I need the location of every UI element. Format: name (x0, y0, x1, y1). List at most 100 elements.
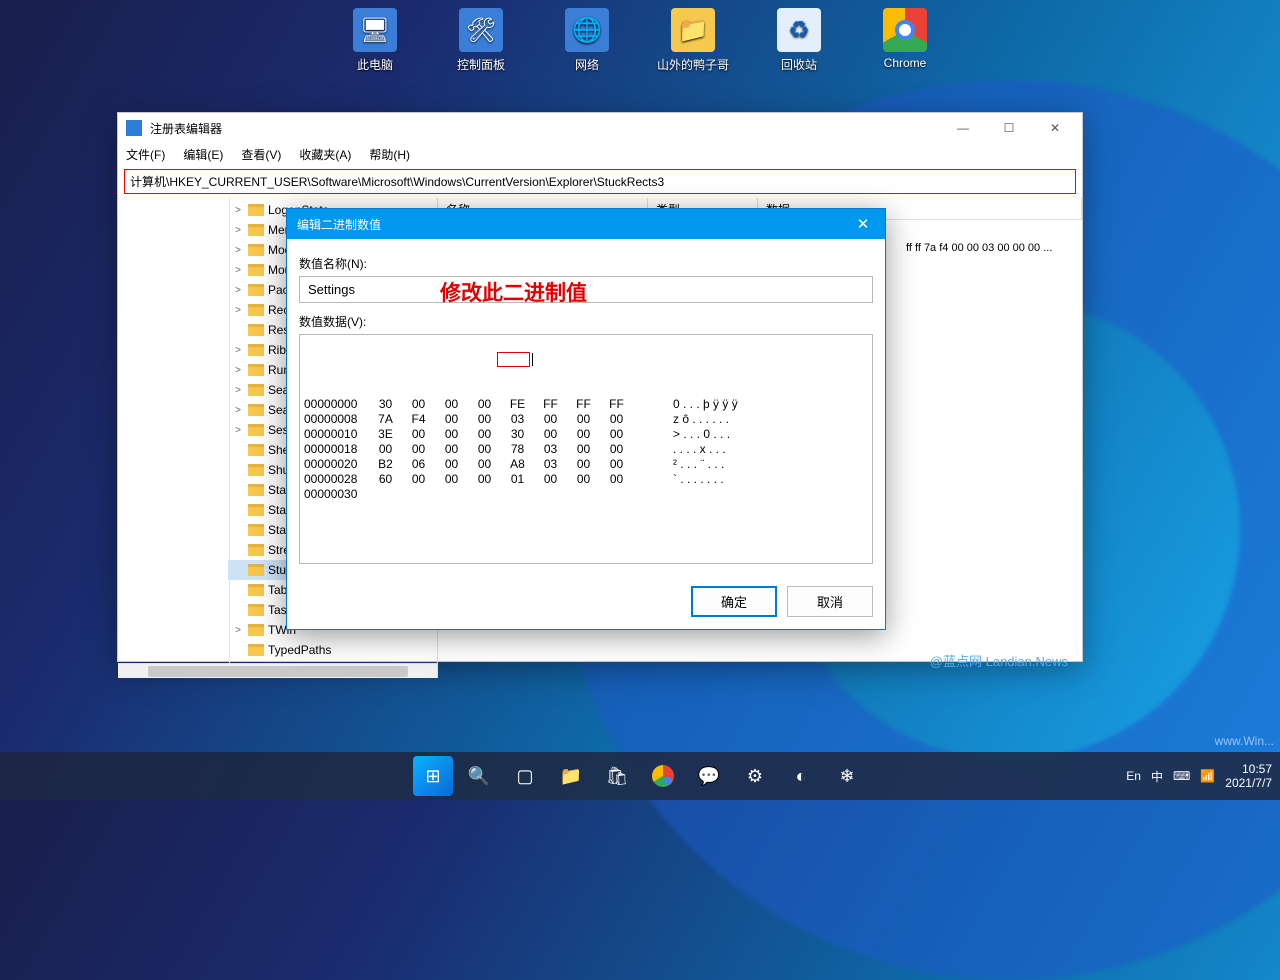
dialog-close-button[interactable]: ✕ (841, 209, 885, 239)
cancel-button[interactable]: 取消 (787, 586, 873, 617)
menu-edit[interactable]: 编辑(E) (183, 146, 223, 163)
menu-favorites[interactable]: 收藏夹(A) (299, 146, 351, 163)
tray-network-icon[interactable]: 📶 (1200, 769, 1215, 783)
network-icon: 🌐 (565, 8, 609, 52)
menu-bar: 文件(F) 编辑(E) 查看(V) 收藏夹(A) 帮助(H) (118, 143, 1082, 165)
store-button[interactable]: 🛍 (597, 756, 637, 796)
expand-icon[interactable]: > (232, 365, 244, 376)
folder-icon (248, 444, 264, 456)
ok-button[interactable]: 确定 (691, 586, 777, 617)
annotation-text: 修改此二进制值 (440, 277, 587, 307)
folder-icon (248, 584, 264, 596)
pc-icon: 🖥 (353, 8, 397, 52)
folder-icon (248, 644, 264, 656)
recycle-bin-icon: ♻ (777, 8, 821, 52)
dialog-title: 编辑二进制数值 (297, 216, 841, 233)
edit-binary-dialog: 编辑二进制数值 ✕ 数值名称(N): 数值数据(V): 000000003000… (286, 208, 886, 630)
start-button[interactable]: ⊞ (413, 756, 453, 796)
expand-icon[interactable]: > (232, 405, 244, 416)
titlebar[interactable]: 注册表编辑器 — ☐ ✕ (118, 113, 1082, 143)
folder-icon (248, 564, 264, 576)
folder-icon (248, 544, 264, 556)
hex-row[interactable]: 000000087AF4000003000000z ô . . . . . . (304, 412, 868, 427)
menu-view[interactable]: 查看(V) (241, 146, 281, 163)
corner-watermark: www.Win... (1215, 734, 1274, 748)
expand-icon[interactable]: > (232, 285, 244, 296)
folder-icon (248, 624, 264, 636)
expand-icon[interactable]: > (232, 385, 244, 396)
explorer-button[interactable]: 📁 (551, 756, 591, 796)
expand-icon[interactable]: > (232, 305, 244, 316)
folder-icon (248, 284, 264, 296)
desktop-icon-chrome[interactable]: Chrome (869, 8, 941, 73)
hex-row[interactable]: 0000000030000000FEFFFFFF0 . . . þ ÿ ÿ ÿ (304, 397, 868, 412)
chrome-icon (883, 8, 927, 52)
maximize-button[interactable]: ☐ (986, 113, 1032, 143)
desktop-icon-control-panel[interactable]: 🛠控制面板 (445, 8, 517, 73)
taskbar: ⊞ 🔍 ▢ 📁 🛍 💬 ⚙ ◐ ❄ En 中 ⌨ 📶 10:57 2021/7/… (0, 752, 1280, 800)
hex-row[interactable]: 00000020B2060000A8030000² . . . ¨ . . . (304, 457, 868, 472)
expand-icon[interactable]: > (232, 265, 244, 276)
minimize-button[interactable]: — (940, 113, 986, 143)
desktop-icon-folder[interactable]: 📁山外的鸭子哥 (657, 8, 729, 73)
menu-help[interactable]: 帮助(H) (369, 146, 410, 163)
hex-editor[interactable]: 0000000030000000FEFFFFFF0 . . . þ ÿ ÿ ÿ0… (299, 334, 873, 564)
desktop-icons: 🖥此电脑 🛠控制面板 🌐网络 📁山外的鸭子哥 ♻回收站 Chrome (0, 8, 1280, 73)
taskview-button[interactable]: ▢ (505, 756, 545, 796)
folder-icon (248, 204, 264, 216)
clock[interactable]: 10:57 2021/7/7 (1225, 762, 1272, 790)
folder-icon (248, 304, 264, 316)
expand-icon[interactable]: > (232, 205, 244, 216)
tree-node[interactable]: TypedPaths (228, 640, 437, 660)
folder-icon (248, 324, 264, 336)
expand-icon[interactable]: > (232, 625, 244, 636)
app-icon-2[interactable]: ❄ (827, 756, 867, 796)
search-button[interactable]: 🔍 (459, 756, 499, 796)
dialog-titlebar[interactable]: 编辑二进制数值 ✕ (287, 209, 885, 239)
tray-keyboard-icon[interactable]: ⌨ (1173, 769, 1190, 783)
tray-ime-en[interactable]: En (1126, 769, 1141, 783)
hex-row[interactable]: 000000180000000078030000. . . . x . . . (304, 442, 868, 457)
regedit-icon (126, 120, 142, 136)
horizontal-scrollbar[interactable] (118, 663, 437, 678)
value-name-label: 数值名称(N): (299, 255, 873, 272)
folder-icon (248, 424, 264, 436)
close-button[interactable]: ✕ (1032, 113, 1078, 143)
expand-icon[interactable]: > (232, 225, 244, 236)
folder-icon (248, 364, 264, 376)
desktop-icon-recycle-bin[interactable]: ♻回收站 (763, 8, 835, 73)
wechat-icon[interactable]: 💬 (689, 756, 729, 796)
hex-row[interactable]: 000000286000000001000000` . . . . . . . (304, 472, 868, 487)
desktop-icon-this-pc[interactable]: 🖥此电脑 (339, 8, 411, 73)
window-title: 注册表编辑器 (150, 120, 932, 137)
hex-row[interactable]: 00000030 (304, 487, 868, 502)
tree-node-label: TypedPaths (268, 643, 331, 657)
tray-ime-ch[interactable]: 中 (1151, 768, 1163, 785)
settings-icon[interactable]: ⚙ (735, 756, 775, 796)
text-caret (532, 353, 533, 366)
folder-icon (248, 604, 264, 616)
expand-icon[interactable]: > (232, 345, 244, 356)
folder-icon (248, 344, 264, 356)
app-icon-1[interactable]: ◐ (781, 756, 821, 796)
hex-row[interactable]: 000000103E00000030000000> . . . 0 . . . (304, 427, 868, 442)
folder-icon (248, 264, 264, 276)
menu-file[interactable]: 文件(F) (126, 146, 165, 163)
folder-icon (248, 484, 264, 496)
folder-icon: 📁 (671, 8, 715, 52)
control-panel-icon: 🛠 (459, 8, 503, 52)
value-data-preview[interactable]: ff ff 7a f4 00 00 03 00 00 00 ... (898, 238, 1060, 258)
folder-icon (248, 524, 264, 536)
watermark: @蓝点网 Landian.News (930, 651, 1068, 670)
folder-icon (248, 404, 264, 416)
folder-icon (248, 504, 264, 516)
expand-icon[interactable]: > (232, 245, 244, 256)
chrome-taskbar-icon[interactable] (643, 756, 683, 796)
desktop-icon-network[interactable]: 🌐网络 (551, 8, 623, 73)
folder-icon (248, 464, 264, 476)
highlight-cell (497, 352, 530, 367)
system-tray[interactable]: En 中 ⌨ 📶 10:57 2021/7/7 (1126, 762, 1272, 790)
expand-icon[interactable]: > (232, 425, 244, 436)
folder-icon (248, 224, 264, 236)
address-bar[interactable]: 计算机\HKEY_CURRENT_USER\Software\Microsoft… (124, 169, 1076, 194)
